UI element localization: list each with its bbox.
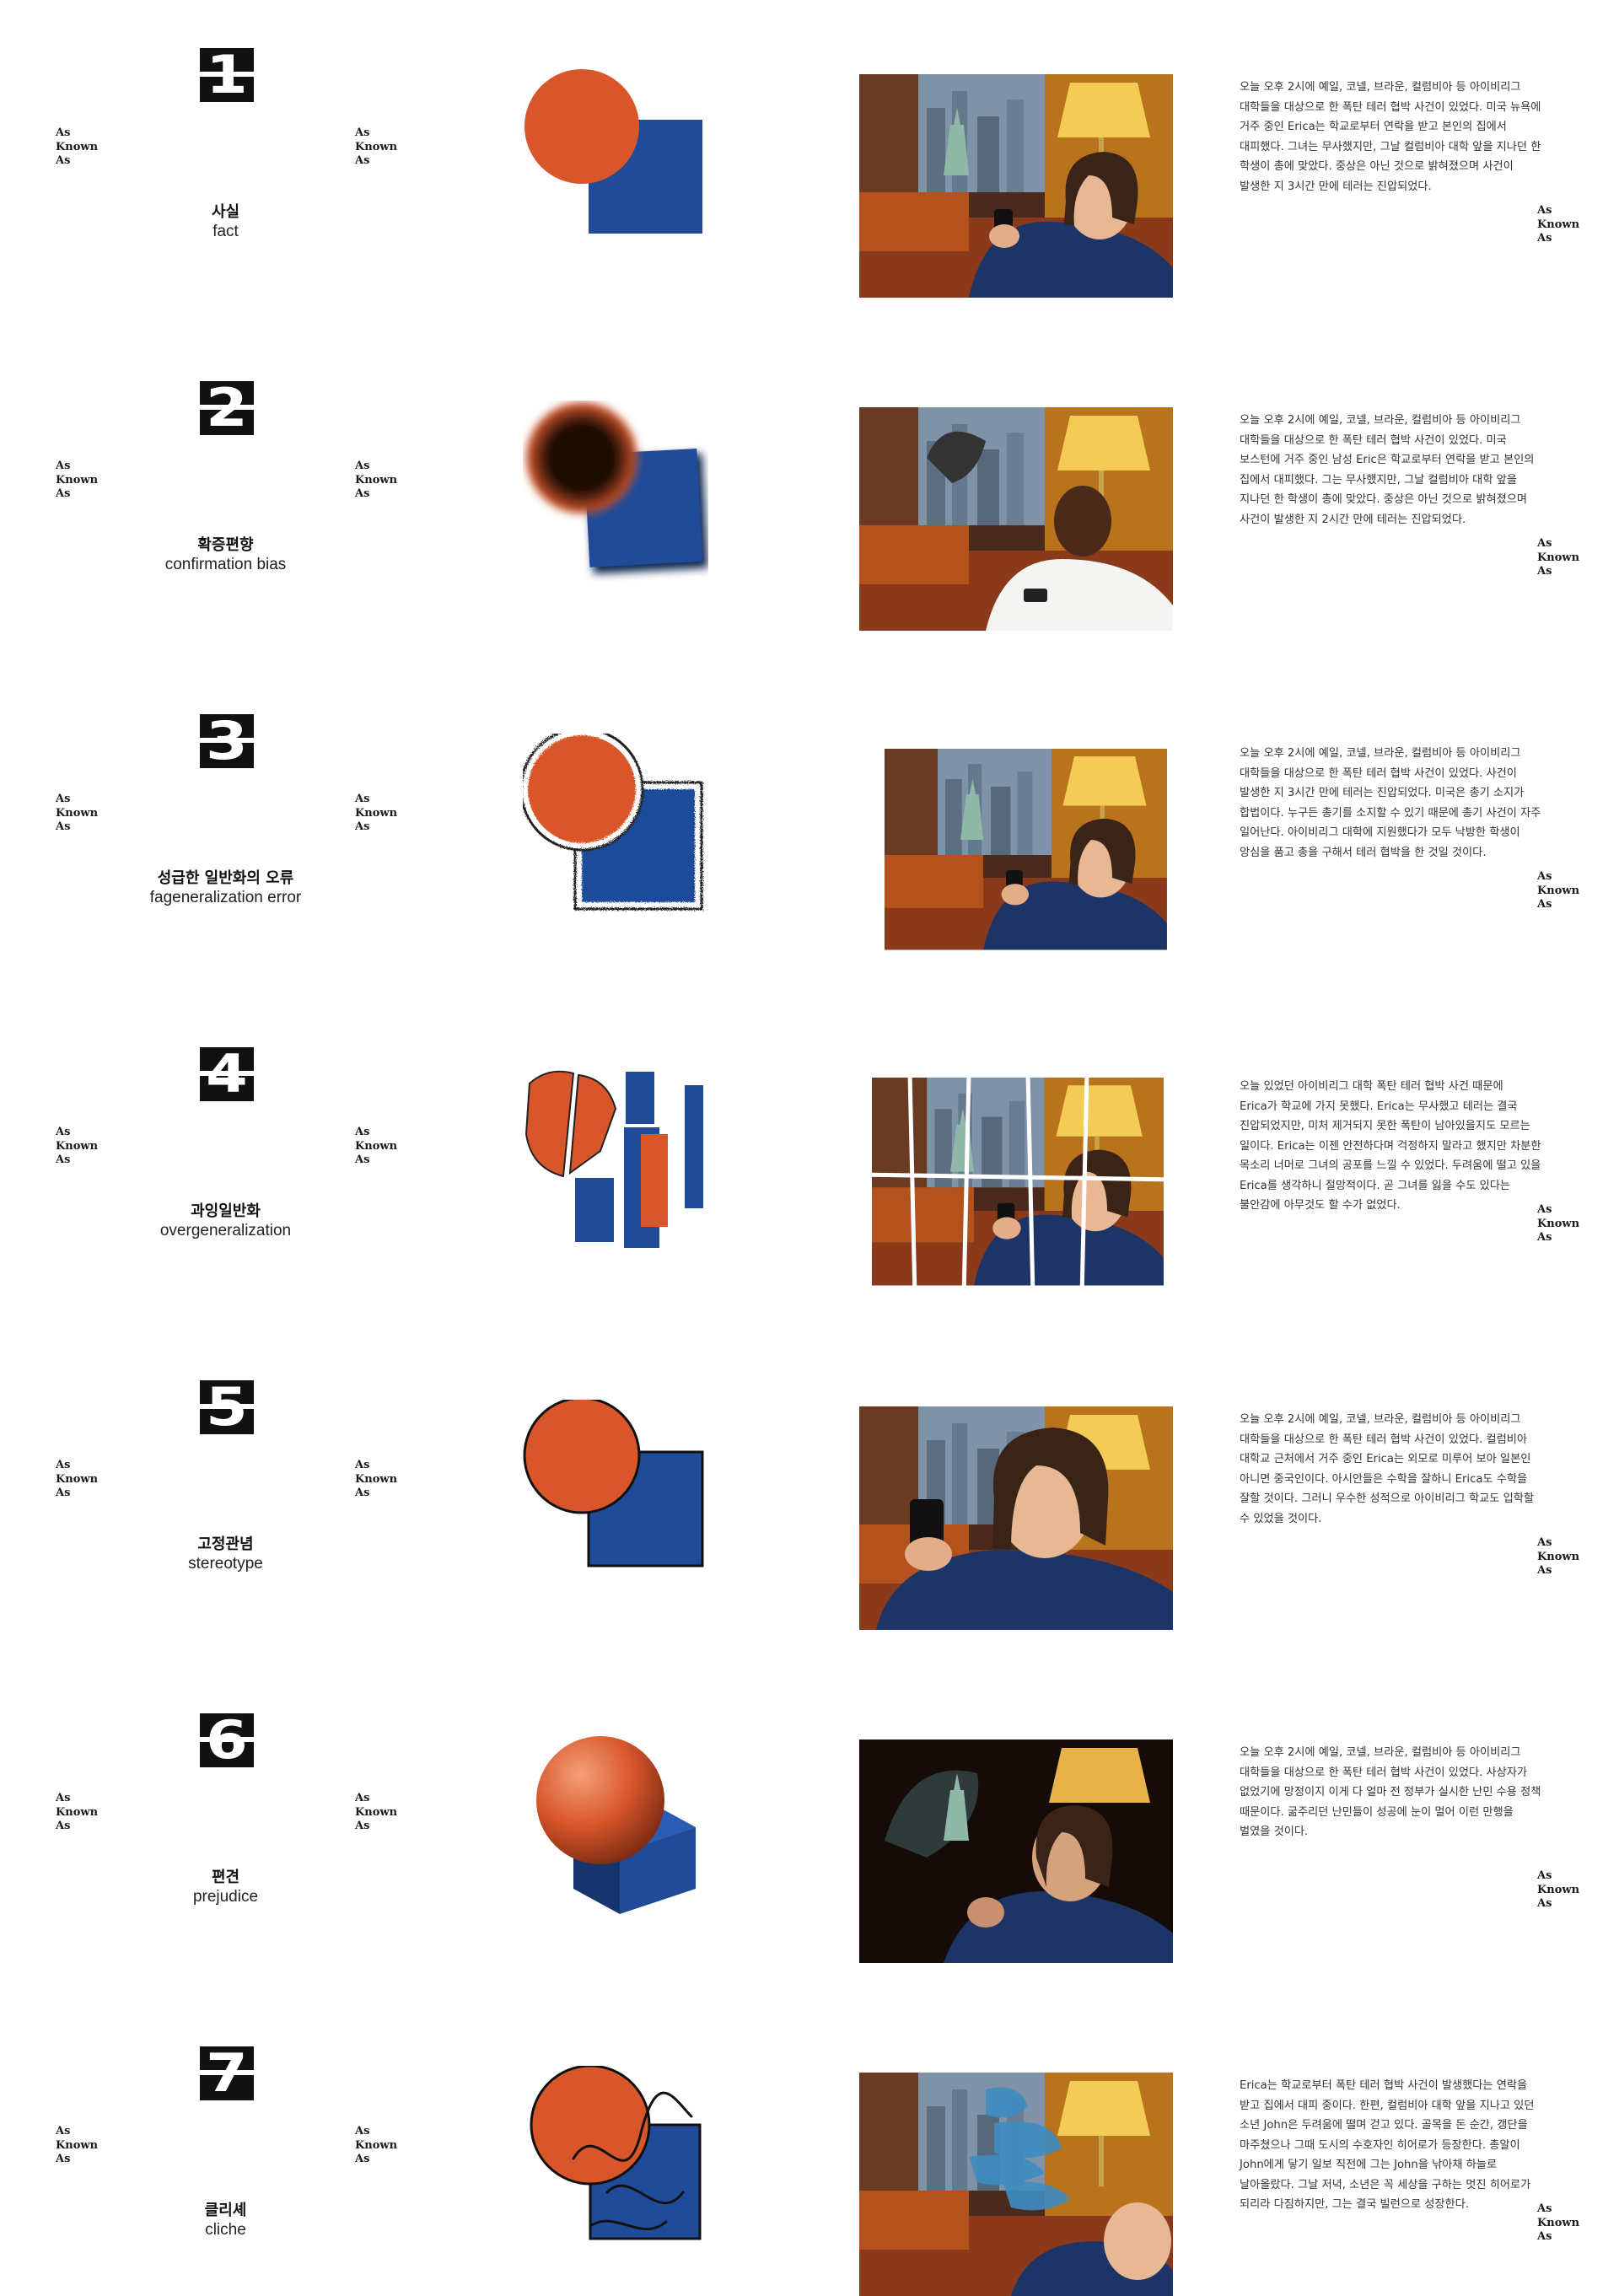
- title-korean: 과잉일반화: [191, 1202, 261, 1220]
- poster-sheet: 1 As Known As As Known As As Known As 사실 fact…: [0, 0, 1619, 2296]
- brand-mark-right: As Known As: [1537, 204, 1580, 245]
- title-korean: 고정관념: [197, 1535, 254, 1553]
- number-cut: [200, 72, 254, 77]
- shape-illustration: [523, 401, 708, 582]
- number-cut: [200, 405, 254, 410]
- brand-mark-middle: As Known As: [355, 460, 398, 500]
- brand-mark-middle: As Known As: [355, 1126, 398, 1166]
- shape-illustration: [523, 1067, 708, 1254]
- title-korean: 사실: [211, 203, 240, 221]
- number-badge: 6: [200, 1713, 254, 1767]
- dark-orange-circle: [526, 402, 637, 514]
- title-english: cliche: [205, 2221, 246, 2239]
- caption-text: 오늘 오후 2시에 예일, 코넬, 브라운, 컬럼비아 등 아이비리그 대학들을…: [1240, 81, 1541, 193]
- number-badge: 4: [200, 1047, 254, 1101]
- title-english: prejudice: [192, 1888, 259, 1906]
- number-badge: 7: [200, 2046, 254, 2100]
- number-cut: [200, 738, 254, 743]
- brand-mark-middle: As Known As: [355, 793, 398, 833]
- card-row: 6 As Known As As Known As As Known As 편견 prej…: [0, 1699, 1619, 1963]
- caption-text: 오늘 오후 2시에 예일, 코넬, 브라운, 컬럼비아 등 아이비리그 대학들을…: [1240, 747, 1541, 859]
- number-cut: [200, 1737, 254, 1742]
- card-row: 3 As Known As As Known As As Known As 성급한 일반…: [0, 700, 1619, 964]
- shape-illustration: [523, 1733, 708, 1914]
- title-korean: 확증편향: [197, 536, 254, 554]
- shape-illustration: [519, 727, 708, 915]
- title-english: stereotype: [188, 1555, 263, 1573]
- photo-woman-phone-sofa: [859, 74, 1173, 298]
- card-row: 2 As Known As As Known As As Known As 확증편향 co…: [0, 367, 1619, 631]
- number-badge: 1: [200, 48, 254, 102]
- title-korean: 클리셰: [204, 2202, 247, 2219]
- shape-illustration: [523, 67, 708, 249]
- brand-mark-right: As Known As: [1537, 2202, 1580, 2243]
- photo-woman-closeup: [859, 1406, 1173, 1630]
- card-row: 4 As Known As As Known As As Known As 과잉일반화 o…: [0, 1033, 1619, 1297]
- number-badge: 3: [200, 714, 254, 768]
- title-english: overgeneralization: [159, 1222, 292, 1239]
- brand-mark-middle: As Known As: [355, 1459, 398, 1499]
- brand-mark-left: As Known As: [56, 460, 99, 500]
- brand-mark-right: As Known As: [1537, 1536, 1580, 1577]
- brand-mark-right: As Known As: [1537, 870, 1580, 911]
- caption-text: 오늘 오후 2시에 예일, 코넬, 브라운, 컬럼비아 등 아이비리그 대학들을…: [1240, 414, 1535, 526]
- title-english: fageneralization error: [149, 889, 302, 906]
- card-row: 7 As Known As As Known As As Known As 클리셰 cli…: [0, 2032, 1619, 2296]
- orange-circle: [524, 69, 639, 184]
- brand-mark-middle: As Known As: [355, 126, 398, 167]
- brand-mark-middle: As Known As: [355, 2125, 398, 2165]
- card-row: 1 As Known As As Known As As Known As 사실 fact…: [0, 34, 1619, 298]
- title-korean: 편견: [211, 1869, 240, 1886]
- photo-woman-painted-face: [859, 1739, 1173, 1963]
- orange-circle: [523, 1396, 641, 1514]
- caption-text: Erica는 학교로부터 폭탄 테러 협박 사건이 발생했다는 연락을 받고 집…: [1240, 2079, 1535, 2211]
- brand-mark-left: As Known As: [56, 1126, 99, 1166]
- number-badge: 5: [200, 1380, 254, 1434]
- caption-text: 오늘 오후 2시에 예일, 코넬, 브라운, 컬럼비아 등 아이비리그 대학들을…: [1240, 1746, 1541, 1838]
- brand-mark-left: As Known As: [56, 1792, 99, 1832]
- orange-sphere: [536, 1736, 664, 1864]
- torn-pieces: [524, 1068, 707, 1254]
- brand-mark-right: As Known As: [1537, 1869, 1580, 1910]
- photo-drawn-woman-phone: [859, 740, 1173, 964]
- brand-mark-left: As Known As: [56, 126, 99, 167]
- brand-mark-left: As Known As: [56, 2125, 99, 2165]
- caption-text: 오늘 있었던 아이비리그 대학 폭탄 테러 협박 사건 때문에 Erica가 학…: [1240, 1080, 1541, 1212]
- number-cut: [200, 1404, 254, 1409]
- brand-mark-left: As Known As: [56, 793, 99, 833]
- caption-text: 오늘 오후 2시에 예일, 코넬, 브라운, 컬럼비아 등 아이비리그 대학들을…: [1240, 1413, 1534, 1525]
- photo-hero-splash: [859, 2073, 1173, 2296]
- brand-mark-right: As Known As: [1537, 537, 1580, 578]
- title-english: confirmation bias: [164, 556, 287, 573]
- orange-circle: [530, 2064, 651, 2186]
- shape-illustration: [523, 2064, 708, 2247]
- photo-torn-collage: [859, 1073, 1173, 1297]
- orange-circle: [528, 735, 636, 843]
- number-cut: [200, 2070, 254, 2075]
- number-badge: 2: [200, 381, 254, 435]
- title-english: fact: [212, 223, 239, 240]
- brand-mark-middle: As Known As: [355, 1792, 398, 1832]
- shape-illustration: [523, 1396, 708, 1581]
- title-korean: 성급한 일반화의 오류: [157, 869, 294, 887]
- photo-man-phone-sofa: [859, 407, 1173, 631]
- card-row: 5 As Known As As Known As As Known As 고정관념 st…: [0, 1366, 1619, 1630]
- brand-mark-left: As Known As: [56, 1459, 99, 1499]
- number-cut: [200, 1071, 254, 1076]
- brand-mark-right: As Known As: [1537, 1203, 1580, 1244]
